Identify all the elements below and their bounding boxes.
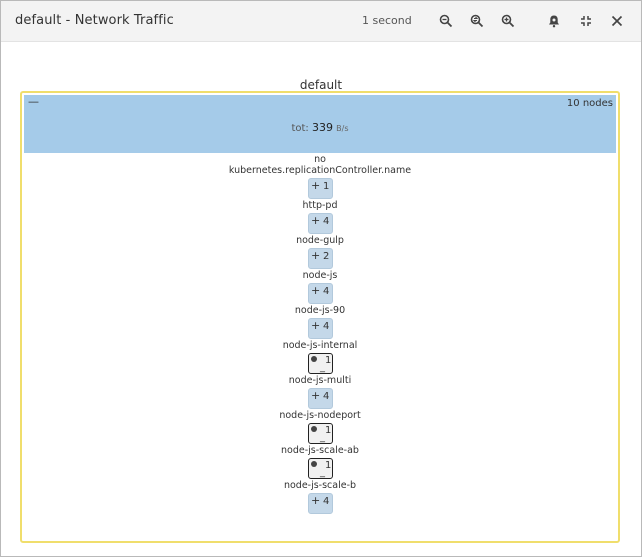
service-label: node-js-90	[294, 305, 346, 316]
service-label: node-gulp	[296, 235, 344, 246]
total-traffic-prefix: tot:	[291, 123, 312, 134]
node-box[interactable]: +4	[308, 493, 333, 514]
service-label: http-pd	[302, 200, 338, 211]
node-box[interactable]: 1 _	[308, 423, 333, 444]
collapse-button[interactable]	[575, 10, 597, 32]
alert-button[interactable]	[543, 10, 565, 32]
node-count-value: 4	[323, 216, 330, 227]
service-label: node-js-scale-ab	[281, 445, 359, 456]
expand-plus-icon: +	[311, 214, 321, 227]
expand-plus-icon: +	[311, 319, 321, 332]
node-box[interactable]: 1 _	[308, 353, 333, 374]
node-box[interactable]: 1 _	[308, 458, 333, 479]
warning-dot-icon	[311, 461, 317, 467]
expand-plus-icon: +	[311, 494, 321, 507]
service-label: node-js	[302, 270, 338, 281]
zoom-out-button[interactable]	[435, 10, 457, 32]
node-count-value: 4	[323, 321, 330, 332]
node-dash: _	[320, 362, 325, 373]
expand-plus-icon: +	[311, 389, 321, 402]
service-label: node-js-nodeport	[279, 410, 361, 421]
node-count: 10 nodes	[566, 98, 613, 109]
service-label: kubernetes.replicationController.name	[228, 165, 412, 176]
warning-dot-icon	[311, 426, 317, 432]
zoom-reset-icon	[470, 14, 484, 28]
service-label: no	[314, 154, 326, 165]
node-count-value: 1	[325, 460, 332, 471]
expand-plus-icon: +	[311, 249, 321, 262]
node-count-value: 4	[323, 286, 330, 297]
service-label: node-js-internal	[282, 340, 358, 351]
group-collapse-button[interactable]: —	[28, 95, 39, 108]
zoom-in-button[interactable]	[497, 10, 519, 32]
total-traffic-unit: B/s	[336, 124, 349, 133]
window-title: default - Network Traffic	[15, 13, 174, 28]
node-count-value: 1	[325, 355, 332, 366]
node-count-value: 1	[323, 181, 330, 192]
group-title: default	[299, 78, 343, 92]
node-count-value: 2	[323, 251, 330, 262]
collapse-icon	[581, 16, 591, 26]
node-box[interactable]: +4	[308, 318, 333, 339]
total-traffic: tot: 339 B/s	[24, 121, 616, 134]
node-dash: _	[320, 467, 325, 478]
refresh-interval[interactable]: 1 second	[362, 14, 412, 27]
node-box[interactable]: +4	[308, 213, 333, 234]
expand-plus-icon: +	[311, 284, 321, 297]
node-box[interactable]: +2	[308, 248, 333, 269]
alert-icon	[549, 15, 559, 28]
close-button[interactable]	[606, 10, 628, 32]
service-label: node-js-multi	[288, 375, 352, 386]
node-box[interactable]: +1	[308, 178, 333, 199]
close-icon	[611, 15, 623, 27]
service-label: node-js-scale-b	[283, 480, 357, 491]
node-dash: _	[320, 432, 325, 443]
node-box[interactable]: +4	[308, 388, 333, 409]
zoom-in-icon	[501, 14, 515, 28]
title-bar: default - Network Traffic 1 second	[1, 1, 641, 42]
node-count-value: 4	[323, 391, 330, 402]
group-header[interactable]: — 10 nodes tot: 339 B/s	[24, 95, 616, 153]
node-count-value: 1	[325, 425, 332, 436]
total-traffic-value: 339	[311, 121, 333, 134]
warning-dot-icon	[311, 356, 317, 362]
expand-plus-icon: +	[311, 179, 321, 192]
network-traffic-window: default - Network Traffic 1 second defau…	[0, 0, 642, 557]
zoom-out-icon	[439, 14, 453, 28]
group-container: — 10 nodes tot: 339 B/s no kubernetes.rep…	[20, 91, 620, 543]
zoom-reset-button[interactable]	[466, 10, 488, 32]
node-count-value: 4	[323, 496, 330, 507]
node-box[interactable]: +4	[308, 283, 333, 304]
